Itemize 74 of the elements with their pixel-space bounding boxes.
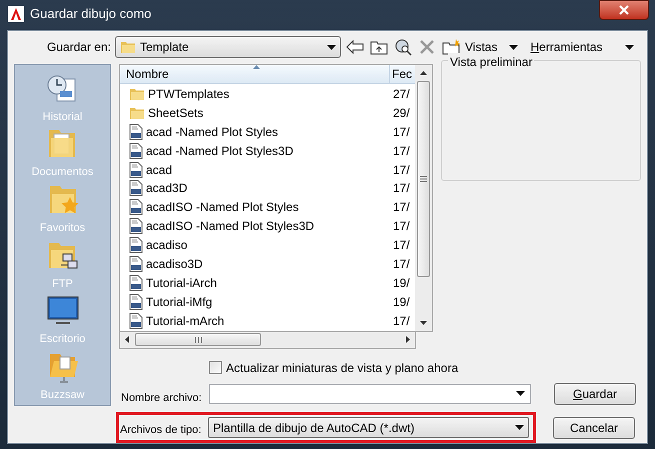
file-name[interactable]: SheetSets xyxy=(148,104,204,122)
grip-icon xyxy=(420,176,427,182)
file-name[interactable]: acadiso3D xyxy=(146,255,203,274)
file-date: 19/ xyxy=(392,275,410,292)
file-name[interactable]: acadISO -Named Plot Styles xyxy=(146,198,299,216)
sort-ascending-icon xyxy=(253,64,260,68)
drawing-file-icon xyxy=(129,142,143,159)
file-date: 17/ xyxy=(392,256,410,274)
file-name[interactable]: acadISO -Named Plot Styles3D xyxy=(146,217,314,236)
file-name[interactable]: acad3D xyxy=(146,179,188,198)
drawing-file-icon xyxy=(129,256,143,272)
file-name[interactable]: Tutorial-iMfg xyxy=(146,293,212,312)
drawing-file-icon xyxy=(129,218,143,234)
scroll-left-icon xyxy=(125,336,129,343)
close-button[interactable] xyxy=(599,0,649,20)
file-type-label: Archivos de tipo: xyxy=(119,423,202,438)
grip-icon xyxy=(194,336,202,342)
scroll-thumb[interactable] xyxy=(417,80,430,276)
horizontal-scrollbar[interactable] xyxy=(119,332,416,348)
file-name[interactable]: acad -Named Plot Styles3D xyxy=(146,142,294,160)
dropdown-caret-icon xyxy=(327,44,336,50)
save-in-label: Guardar en: xyxy=(46,39,112,56)
vertical-scrollbar[interactable] xyxy=(415,64,432,330)
file-name[interactable]: acad xyxy=(146,160,172,179)
preview-title: Vista preliminar xyxy=(448,52,534,70)
folder-icon xyxy=(120,39,136,55)
file-date: 17/ xyxy=(392,124,410,141)
file-name[interactable]: PTWTemplates xyxy=(148,84,230,103)
scroll-thumb[interactable] xyxy=(135,333,261,346)
dropdown-caret-icon xyxy=(515,425,524,430)
drawing-file-icon xyxy=(129,124,143,140)
cancel-button[interactable]: Cancelar xyxy=(553,416,635,438)
save-button[interactable]: Guardar xyxy=(554,382,636,405)
checkbox[interactable] xyxy=(209,361,222,374)
drawing-file-icon xyxy=(129,199,143,216)
drawing-file-icon xyxy=(129,312,143,329)
file-type-dropdown[interactable]: Plantilla de dibujo de AutoCAD (*.dwt) xyxy=(208,417,529,438)
drawing-file-icon xyxy=(129,294,143,310)
file-date: 17/ xyxy=(392,237,410,254)
scroll-down-icon xyxy=(420,320,427,324)
dropdown-caret-icon xyxy=(509,44,518,50)
file-date: 17/ xyxy=(392,218,410,236)
search-web-icon[interactable] xyxy=(393,38,413,56)
file-date: 19/ xyxy=(392,294,410,312)
file-date: 17/ xyxy=(392,180,410,198)
drawing-file-icon xyxy=(129,237,143,254)
window-title: Guardar dibujo como xyxy=(30,5,152,24)
file-name-field[interactable] xyxy=(209,384,531,404)
file-name[interactable]: acad -Named Plot Styles xyxy=(146,122,278,141)
dropdown-caret-icon xyxy=(516,391,525,396)
file-name[interactable]: Tutorial-mArch xyxy=(146,312,224,330)
back-arrow-icon[interactable] xyxy=(345,38,365,56)
close-icon xyxy=(619,5,629,15)
column-header[interactable]: Fec xyxy=(390,64,415,84)
file-name[interactable]: Tutorial-iArch xyxy=(146,274,217,292)
drawing-file-icon xyxy=(129,180,143,196)
file-date: 17/ xyxy=(392,199,410,216)
file-date: 17/ xyxy=(392,312,410,330)
scroll-up-icon xyxy=(420,70,427,74)
location-dropdown[interactable]: Template xyxy=(115,36,341,58)
dropdown-caret-icon xyxy=(624,44,634,50)
file-date: 17/ xyxy=(392,162,410,179)
drawing-file-icon xyxy=(129,162,143,178)
checkbox-label[interactable]: Actualizar miniaturas de vista y plano ahora xyxy=(226,358,458,376)
file-name[interactable]: acadiso xyxy=(146,236,188,254)
file-name-label: Nombre archivo: xyxy=(120,390,203,406)
file-date: 27/ xyxy=(392,86,410,103)
app-logo-icon xyxy=(8,6,24,22)
drawing-file-icon xyxy=(129,275,143,292)
file-date: 29/ xyxy=(392,104,410,122)
scroll-right-icon xyxy=(406,336,410,343)
column-header[interactable]: Nombre xyxy=(120,64,390,84)
file-date: 17/ xyxy=(392,142,410,160)
new-folder-icon[interactable] xyxy=(441,38,461,56)
